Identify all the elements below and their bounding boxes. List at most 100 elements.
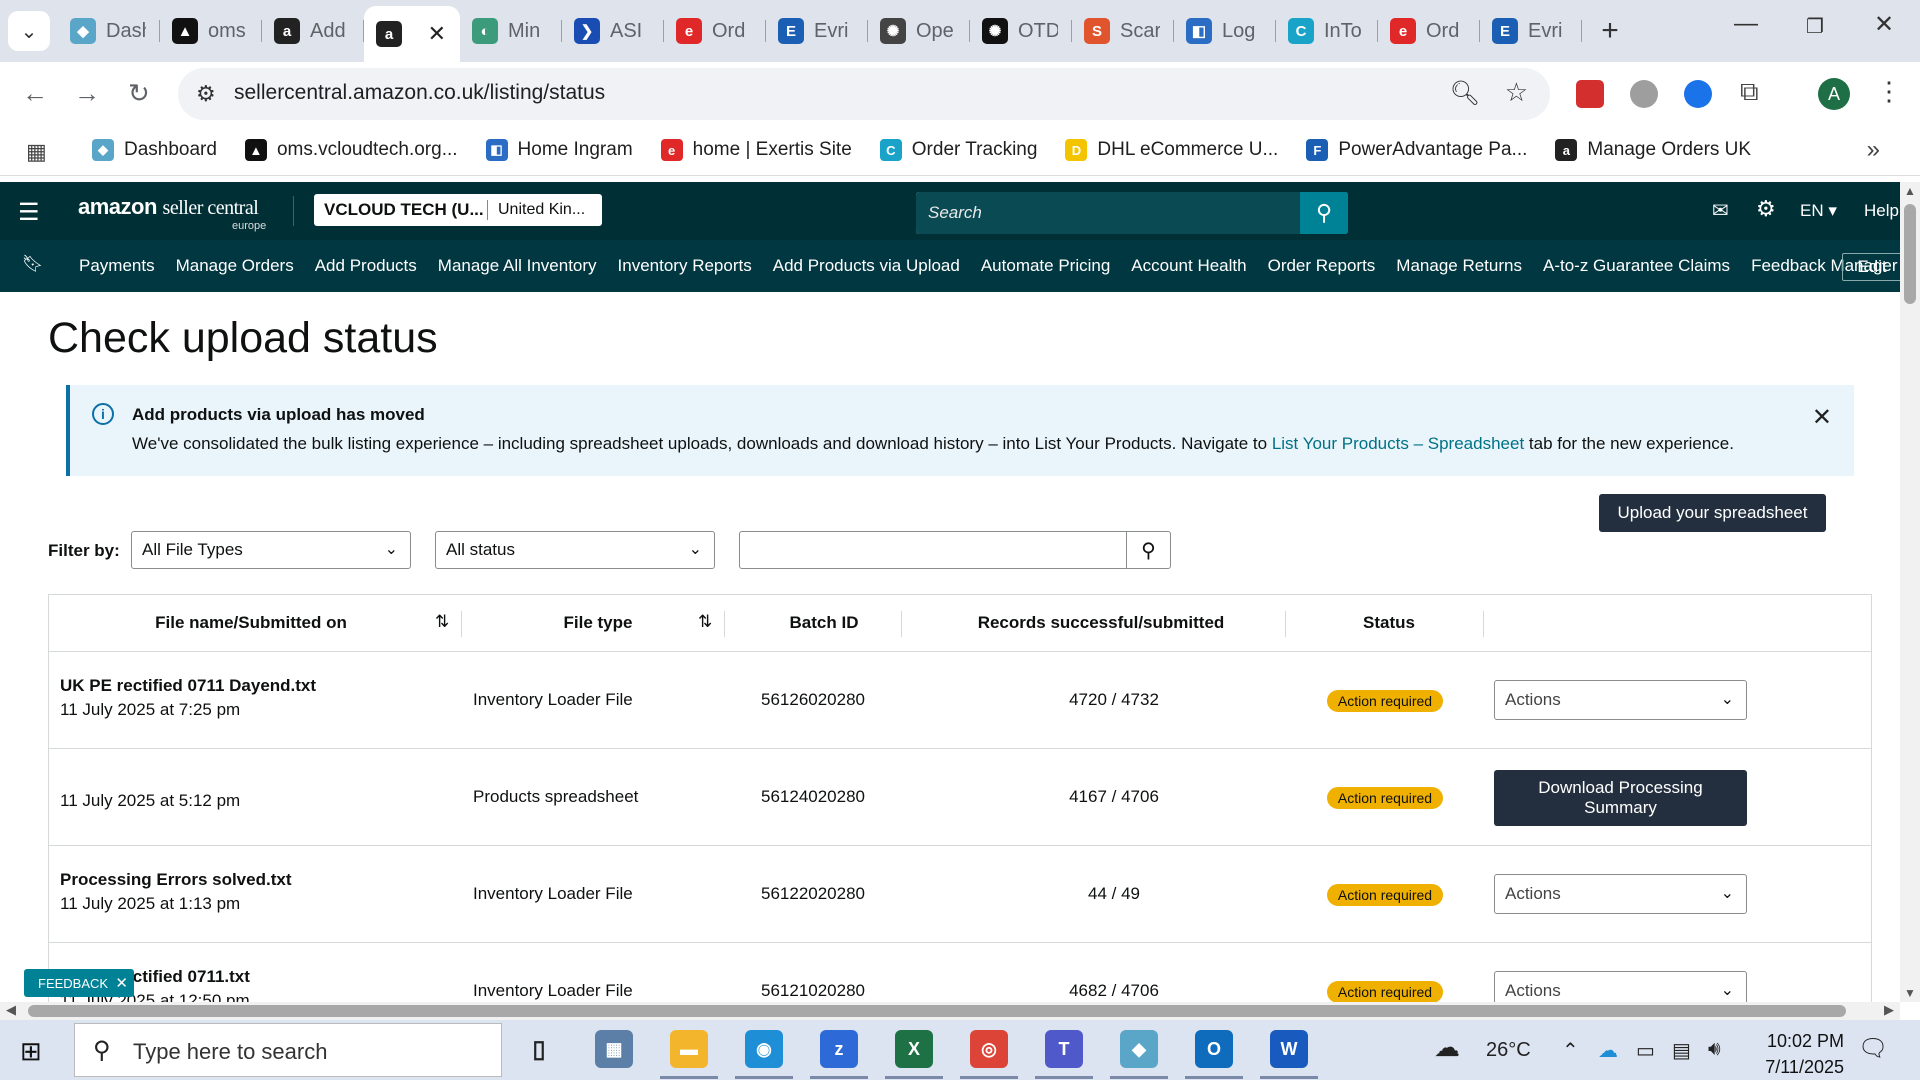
download-processing-summary-button[interactable]: Download Processing Summary [1494,770,1747,826]
nav-item[interactable]: Manage All Inventory [438,256,597,276]
file-explorer-icon[interactable]: ▬ [670,1030,708,1068]
calculator-icon[interactable]: ▦ [595,1030,633,1068]
nav-item[interactable]: Payments [79,256,155,276]
horizontal-scrollbar[interactable]: ◀ ▶ [0,1002,1900,1020]
sort-icon[interactable]: ⇅ [698,612,712,632]
battery-icon[interactable]: ▭ [1636,1038,1655,1063]
browser-tab[interactable]: ◧ Log [1174,6,1276,56]
header-search-button[interactable]: ⚲ [1300,192,1348,234]
browser-tab[interactable]: e Ord [664,6,766,56]
scroll-down-icon[interactable]: ▼ [1904,986,1916,1000]
minimize-icon[interactable]: — [1734,10,1758,38]
site-info-icon[interactable]: ⚙ [196,81,216,107]
bookmark-item[interactable]: e home | Exertis Site [660,139,852,161]
messages-icon[interactable]: ✉ [1712,198,1729,223]
scroll-up-icon[interactable]: ▲ [1904,184,1916,198]
app-icon[interactable]: ◆ [1120,1030,1158,1068]
upload-spreadsheet-button[interactable]: Upload your spreadsheet [1599,494,1826,532]
vertical-scroll-thumb[interactable] [1904,204,1916,304]
actions-dropdown[interactable]: Actions ⌄ [1494,874,1747,914]
word-icon[interactable]: W [1270,1030,1308,1068]
chrome-icon[interactable]: ◎ [970,1030,1008,1068]
vertical-scrollbar[interactable]: ▲ ▼ [1900,182,1920,1002]
edit-nav-button[interactable]: Edit [1842,253,1902,281]
list-your-products-link[interactable]: List Your Products – Spreadsheet [1272,434,1524,453]
bookmark-item[interactable]: ◧ Home Ingram [485,139,633,161]
browser-tab[interactable]: C InTo [1276,6,1378,56]
nav-item[interactable]: Inventory Reports [618,256,752,276]
apps-grid-icon[interactable]: ▦ [26,139,47,165]
browser-tab[interactable]: ✺ OTD [970,6,1072,56]
browser-tab[interactable]: ◆ Dashboard [58,6,160,56]
browser-tab[interactable]: ◐ Min [460,6,562,56]
tab-search-chevron-icon[interactable]: ⌄ [8,11,50,51]
address-bar[interactable]: ⚙ sellercentral.amazon.co.uk/listing/sta… [178,68,1550,120]
close-alert-icon[interactable]: ✕ [1812,403,1832,432]
scroll-left-icon[interactable]: ◀ [6,1002,16,1018]
taskbar-search[interactable]: ⚲ Type here to search [74,1023,502,1077]
zoom-icon[interactable]: 🔍︎ [1450,79,1480,108]
browser-menu-icon[interactable]: ⋮ [1876,76,1902,107]
more-bookmarks-icon[interactable]: » [1867,136,1880,164]
windows-start-icon[interactable]: ⊞ [20,1036,42,1067]
close-window-icon[interactable]: ✕ [1874,10,1894,39]
system-clock[interactable]: 10:02 PM 7/11/2025 [1740,1028,1844,1080]
network-icon[interactable]: ▤ [1672,1038,1691,1063]
upload-search-input[interactable] [740,532,1126,568]
bookmark-item[interactable]: F PowerAdvantage Pa... [1306,139,1527,161]
bookmark-item[interactable]: D DHL eCommerce U... [1065,139,1278,161]
nav-item[interactable]: Add Products [315,256,417,276]
weather-icon[interactable]: ☁ [1434,1032,1460,1063]
settings-gear-icon[interactable]: ⚙ [1756,196,1776,222]
nav-item[interactable]: Automate Pricing [981,256,1110,276]
browser-tab[interactable]: ❯ ASI [562,6,664,56]
new-tab-icon[interactable]: + [1582,6,1626,56]
upload-search-button[interactable]: ⚲ [1126,532,1170,568]
close-tab-icon[interactable]: ✕ [428,21,446,47]
nav-item[interactable]: Order Reports [1268,256,1376,276]
browser-tab[interactable]: E Evri [766,6,868,56]
excel-icon[interactable]: X [895,1030,933,1068]
browser-tab[interactable]: a Add [262,6,364,56]
notifications-icon[interactable]: 🗨︎ [1858,1034,1888,1063]
nav-item[interactable]: Manage Orders [176,256,294,276]
back-icon[interactable]: ← [22,78,48,109]
outlook-icon[interactable]: O [1195,1030,1233,1068]
nav-item[interactable]: A-to-z Guarantee Claims [1543,256,1730,276]
extension-icon[interactable] [1684,80,1712,108]
browser-tab[interactable]: e Ord [1378,6,1480,56]
file-type-filter[interactable]: All File Types ⌄ [131,531,411,569]
reload-icon[interactable]: ↻ [128,78,150,109]
help-link[interactable]: Help [1864,201,1899,221]
browser-tab[interactable]: E Evri [1480,6,1582,56]
nav-item[interactable]: Add Products via Upload [773,256,960,276]
bookmark-item[interactable]: ◆ Dashboard [92,139,217,161]
seller-central-logo[interactable]: amazon seller central europe [78,194,266,232]
browser-tab[interactable]: S Scar [1072,6,1174,56]
url-text[interactable]: sellercentral.amazon.co.uk/listing/statu… [234,81,605,105]
header-search-input[interactable] [916,192,1348,234]
browser-tab[interactable]: ▲ oms [160,6,262,56]
globe-extension-icon[interactable] [1630,80,1658,108]
hamburger-menu-icon[interactable]: ☰ [18,198,40,227]
volume-icon[interactable]: 🔊︎ [1708,1038,1721,1061]
forward-icon[interactable]: → [74,78,100,109]
horizontal-scroll-thumb[interactable] [28,1005,1846,1017]
browser-tab[interactable]: a ✕ [364,6,460,62]
actions-dropdown[interactable]: Actions ⌄ [1494,680,1747,720]
account-switcher[interactable]: VCLOUD TECH (U... United Kin... [314,194,602,226]
pdf-extension-icon[interactable] [1576,80,1604,108]
teams-icon[interactable]: T [1045,1030,1083,1068]
profile-avatar[interactable]: A [1818,78,1850,110]
weather-temperature[interactable]: 26°C [1486,1039,1531,1062]
zoho-icon[interactable]: z [820,1030,858,1068]
bookmark-item[interactable]: C Order Tracking [879,139,1037,161]
edge-icon[interactable]: ◉ [745,1030,783,1068]
onedrive-icon[interactable]: ☁ [1598,1038,1618,1063]
bookmark-item[interactable]: a Manage Orders UK [1555,139,1751,161]
task-view-icon[interactable]: ▯ [520,1030,558,1068]
extensions-puzzle-icon[interactable]: ⧉ [1740,76,1768,106]
close-feedback-icon[interactable]: ✕ [115,974,128,992]
restore-icon[interactable]: ❐ [1806,14,1824,39]
feedback-tab[interactable]: FEEDBACK ✕ [24,969,134,997]
